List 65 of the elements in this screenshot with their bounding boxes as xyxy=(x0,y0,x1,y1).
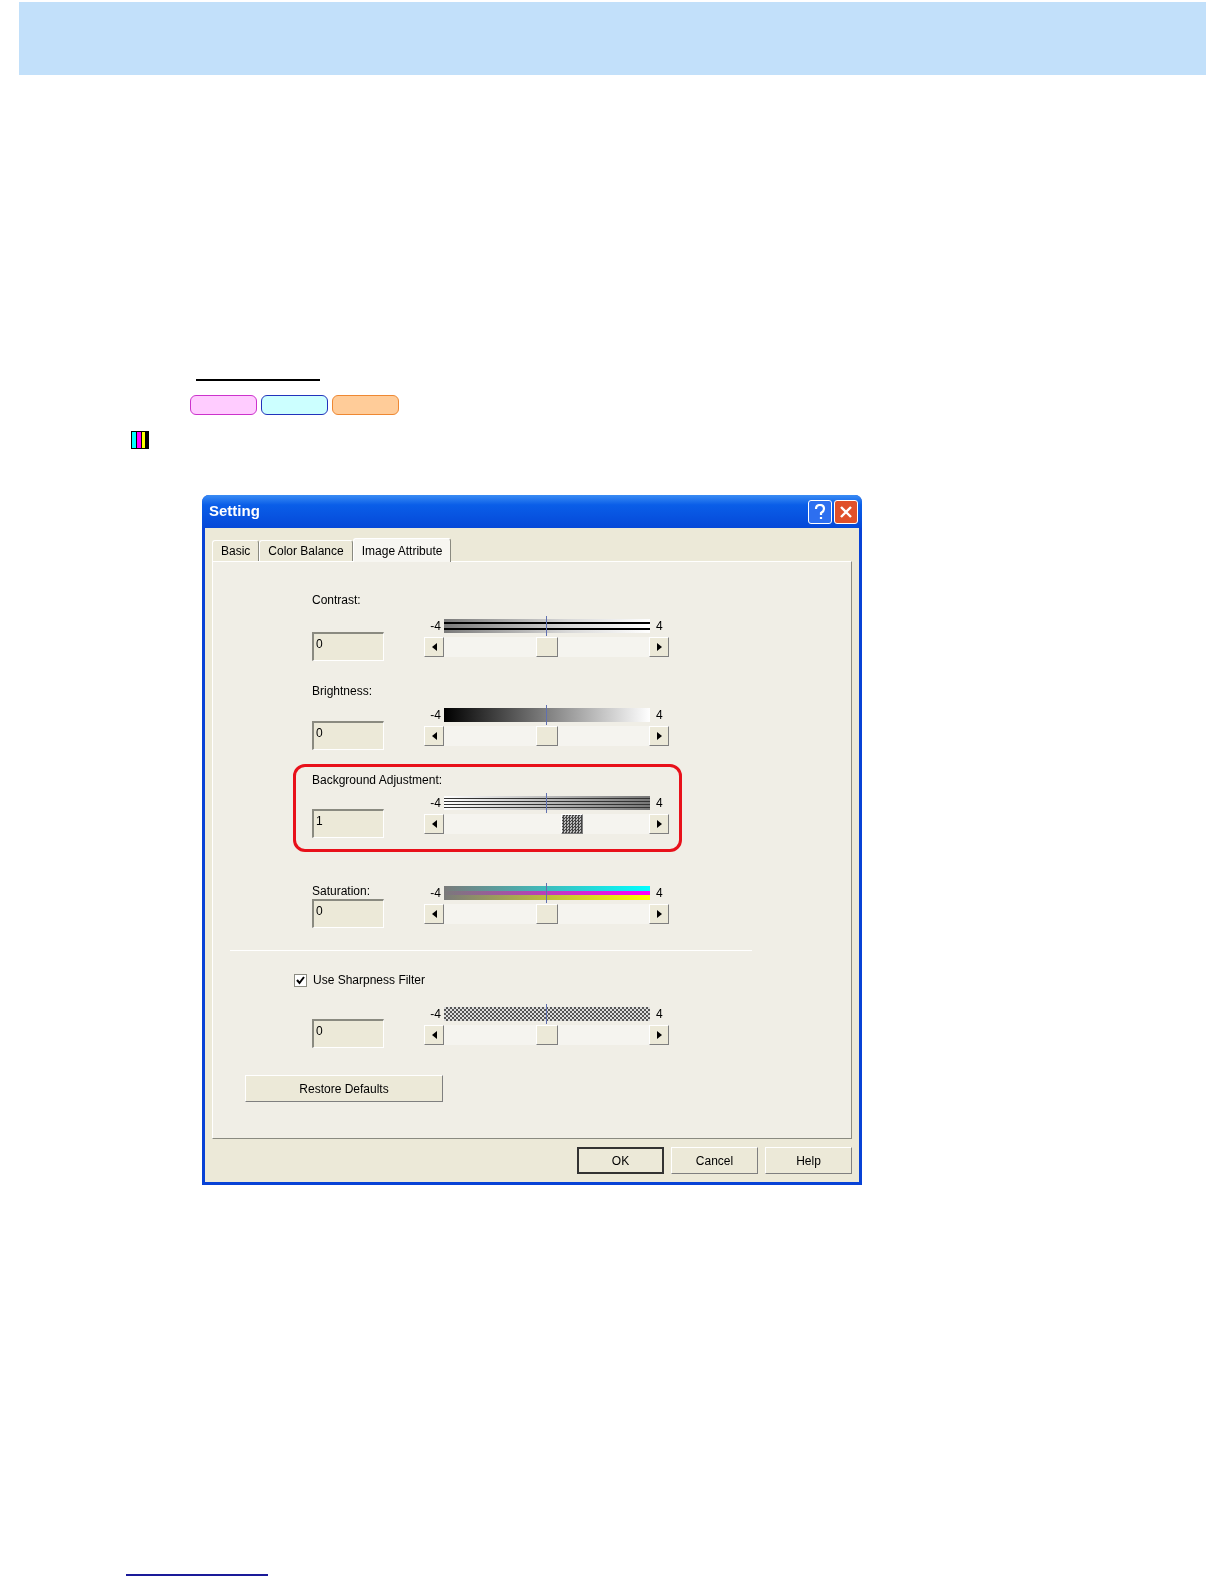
scroll-left-button[interactable] xyxy=(424,904,444,924)
right-arrow-icon xyxy=(656,643,662,651)
right-arrow-icon xyxy=(656,820,662,828)
left-arrow-icon xyxy=(431,1031,437,1039)
minimum-label: -4 xyxy=(429,887,442,899)
maximum-label: 4 xyxy=(655,887,663,899)
scroll-right-button[interactable] xyxy=(649,1025,669,1045)
right-arrow-icon xyxy=(656,910,662,918)
slider-label: Saturation: xyxy=(312,883,371,899)
scroll-left-button[interactable] xyxy=(424,637,444,657)
scroll-right-button[interactable] xyxy=(649,904,669,924)
close-button[interactable] xyxy=(834,499,858,524)
color-stripes-icon xyxy=(131,431,149,449)
scroll-left-button[interactable] xyxy=(424,1025,444,1045)
left-arrow-icon xyxy=(431,910,437,918)
value-field[interactable]: 0 xyxy=(312,632,384,661)
left-arrow-icon xyxy=(431,732,437,740)
left-arrow-icon xyxy=(431,820,437,828)
center-tick xyxy=(546,616,547,636)
tab[interactable]: Color Balance xyxy=(259,540,353,561)
dialog-button[interactable]: OK xyxy=(577,1147,664,1174)
value-field[interactable]: 1 xyxy=(312,809,384,838)
question-mark-icon xyxy=(814,503,826,520)
checkmark-icon xyxy=(296,975,305,985)
dialog-button[interactable]: Cancel xyxy=(671,1147,758,1174)
tab[interactable]: Basic xyxy=(212,540,260,561)
minimum-label: -4 xyxy=(429,620,442,632)
slider-thumb[interactable] xyxy=(535,1025,558,1045)
scroll-right-button[interactable] xyxy=(649,637,669,657)
minimum-label: -4 xyxy=(429,1008,442,1020)
maximum-label: 4 xyxy=(655,797,663,809)
checkbox-label: Use Sharpness Filter xyxy=(313,972,426,989)
center-tick xyxy=(546,705,547,725)
slider-label: Brightness: xyxy=(312,683,373,699)
slider-thumb[interactable] xyxy=(535,637,558,657)
minimum-label: -4 xyxy=(429,709,442,721)
maximum-label: 4 xyxy=(655,620,663,632)
right-arrow-icon xyxy=(656,732,662,740)
dialog-button[interactable]: Help xyxy=(765,1147,852,1174)
left-arrow-icon xyxy=(431,643,437,651)
value-field[interactable]: 0 xyxy=(312,721,384,750)
slider-thumb[interactable] xyxy=(561,814,584,834)
center-tick xyxy=(546,1004,547,1024)
window-title: Setting xyxy=(209,501,261,522)
close-icon xyxy=(840,505,852,518)
maximum-label: 4 xyxy=(655,709,663,721)
checkbox[interactable] xyxy=(294,973,307,987)
scroll-right-button[interactable] xyxy=(649,726,669,746)
minimum-label: -4 xyxy=(429,797,442,809)
tab[interactable]: Image Attribute xyxy=(352,538,452,562)
slider-thumb[interactable] xyxy=(535,726,558,746)
value-field[interactable]: 0 xyxy=(312,899,384,928)
help-button[interactable] xyxy=(808,499,832,524)
value-field[interactable]: 0 xyxy=(312,1019,384,1048)
slider-label: Contrast: xyxy=(312,592,361,608)
center-tick xyxy=(546,883,547,903)
slider-thumb[interactable] xyxy=(535,904,558,924)
scroll-left-button[interactable] xyxy=(424,726,444,746)
slider-label: Background Adjustment: xyxy=(312,772,443,788)
scroll-left-button[interactable] xyxy=(424,814,444,834)
scroll-right-button[interactable] xyxy=(649,814,669,834)
restore-defaults-button[interactable]: Restore Defaults xyxy=(245,1075,443,1102)
center-tick xyxy=(546,793,547,813)
right-arrow-icon xyxy=(656,1031,662,1039)
maximum-label: 4 xyxy=(655,1008,663,1020)
